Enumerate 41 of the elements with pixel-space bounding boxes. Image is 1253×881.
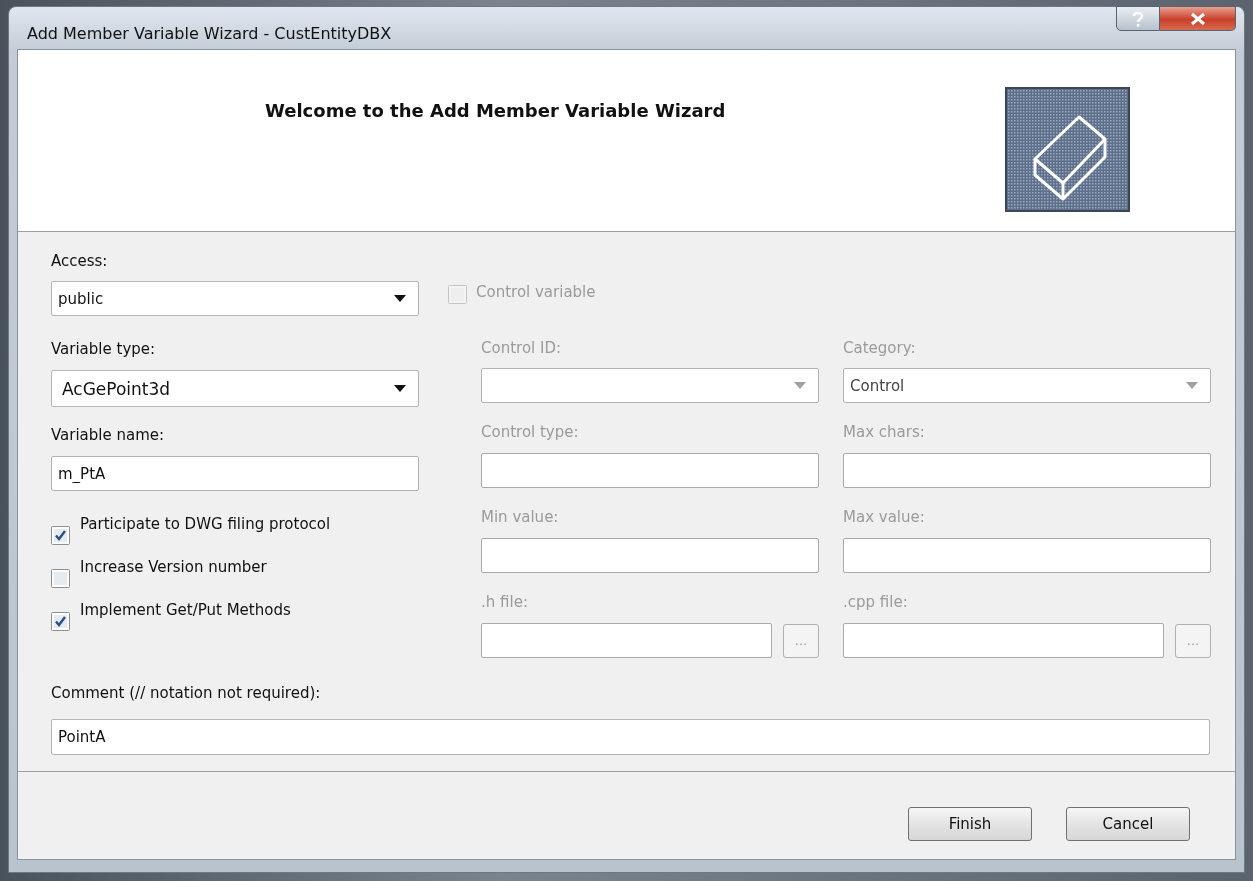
field-label: .cpp file: <box>843 592 908 612</box>
window-title: Add Member Variable Wizard - CustEntityDBX <box>27 24 393 43</box>
dropdown-value: public <box>58 289 105 308</box>
dropdown-arrow-icon <box>394 385 406 392</box>
dialog-button[interactable]: Cancel <box>1066 807 1190 841</box>
field-label: .h file: <box>481 592 528 612</box>
dropdown-value: AcGePoint3d <box>61 378 172 399</box>
dropdown[interactable]: public <box>51 281 419 316</box>
checkbox[interactable] <box>51 526 70 545</box>
wizard-title: Welcome to the Add Member Variable Wizard <box>265 100 726 121</box>
checkbox-label: Increase Version number <box>80 557 267 577</box>
field-label: Max value: <box>843 507 925 527</box>
dropdown[interactable]: AcGePoint3d <box>51 370 419 407</box>
field-label: Variable name: <box>51 425 165 445</box>
comment-field[interactable]: PointA <box>51 719 1210 755</box>
help-icon <box>1132 10 1144 27</box>
help-button[interactable] <box>1116 6 1160 31</box>
field-label: Access: <box>51 251 108 271</box>
checkbox[interactable] <box>51 612 70 631</box>
field-label: Category: <box>843 338 916 358</box>
field-label: Variable type: <box>51 339 156 359</box>
browse-button: ... <box>1175 623 1211 658</box>
dropdown-value: Control <box>850 376 906 395</box>
dialog-button[interactable]: Finish <box>908 807 1032 841</box>
checkbox-label: Implement Get/Put Methods <box>80 600 291 620</box>
field-label: Control ID: <box>481 338 562 358</box>
checkbox[interactable] <box>51 569 70 588</box>
dropdown-arrow-icon <box>394 295 406 302</box>
field-label: Comment (// notation not required): <box>51 683 321 703</box>
text-field[interactable]: m_PtA <box>51 456 419 491</box>
field-label: Min value: <box>481 507 559 527</box>
checkbox-label: Participate to DWG filing protocol <box>80 514 331 534</box>
dropdown-arrow-icon <box>794 382 806 389</box>
field-label: Max chars: <box>843 422 925 442</box>
close-icon <box>1189 11 1206 26</box>
browse-button: ... <box>783 623 819 658</box>
checkbox-label: Control variable <box>476 282 596 302</box>
field-label: Control type: <box>481 422 579 442</box>
cube-logo-icon <box>1005 87 1130 212</box>
dropdown-arrow-icon <box>1186 382 1198 389</box>
close-button[interactable] <box>1160 6 1236 31</box>
